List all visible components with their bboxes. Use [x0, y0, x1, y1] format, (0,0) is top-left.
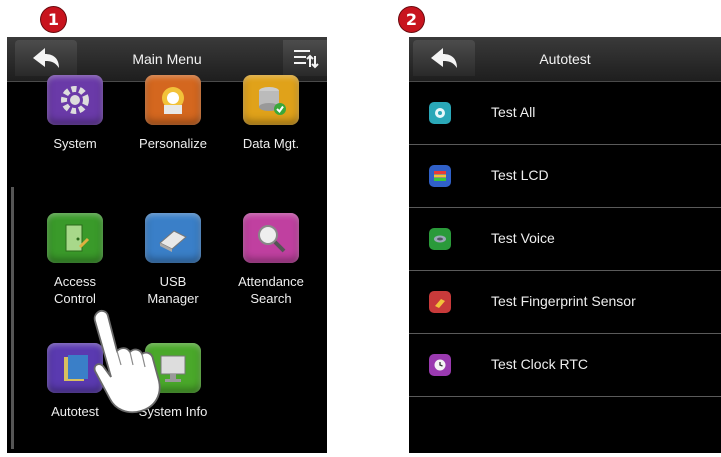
autotest-screen: Autotest Test All Test LCD Test Voice Te… [409, 37, 721, 453]
menu-item-label: Personalize [139, 136, 207, 151]
menu-item-label: Access Control [54, 274, 96, 306]
list-item-label: Test Voice [491, 230, 555, 246]
gear-icon [47, 75, 103, 125]
step-1-badge: 1 [41, 7, 66, 32]
list-item-label: Test All [491, 104, 536, 120]
list-item-label: Test LCD [491, 167, 549, 183]
list-item-test-voice[interactable]: Test Voice [409, 208, 721, 271]
clock-icon [429, 354, 451, 376]
menu-item-personalize[interactable]: Personalize [123, 75, 223, 152]
list-item-test-all[interactable]: Test All [409, 82, 721, 145]
color-palette-icon [145, 75, 201, 125]
menu-item-data-mgt[interactable]: Data Mgt. [221, 75, 321, 152]
menu-item-usb-manager[interactable]: USB Manager [123, 213, 223, 307]
list-item-test-fingerprint-sensor[interactable]: Test Fingerprint Sensor [409, 271, 721, 334]
speaker-icon [429, 228, 451, 250]
menu-item-label: Attendance Search [238, 274, 304, 306]
fingerprint-icon [429, 291, 451, 313]
test-all-icon [429, 102, 451, 124]
tapping-hand-icon [93, 309, 161, 414]
autotest-titlebar: Autotest [409, 37, 721, 82]
menu-item-label: Data Mgt. [242, 136, 300, 151]
list-item-test-lcd[interactable]: Test LCD [409, 145, 721, 208]
menu-item-access-control[interactable]: Access Control [25, 213, 125, 307]
page-title: Main Menu [132, 51, 202, 67]
menu-item-label: USB Manager [147, 274, 199, 306]
page-title: Autotest [539, 51, 591, 67]
step-2-badge: 2 [399, 7, 424, 32]
sort-menu-button[interactable] [283, 40, 327, 76]
list-item-label: Test Clock RTC [491, 356, 588, 372]
menu-item-system[interactable]: System [25, 75, 125, 152]
menu-item-label: System [53, 136, 97, 151]
menu-sort-icon [294, 50, 319, 69]
lcd-icon [429, 165, 451, 187]
usb-drive-icon [145, 213, 201, 263]
list-item-label: Test Fingerprint Sensor [491, 293, 636, 309]
scrollbar[interactable] [11, 187, 14, 449]
list-item-test-clock-rtc[interactable]: Test Clock RTC [409, 334, 721, 397]
menu-item-attendance-search[interactable]: Attendance Search [221, 213, 321, 307]
magnifier-icon [243, 213, 299, 263]
door-key-icon [47, 213, 103, 263]
database-check-icon [243, 75, 299, 125]
main-menu-screen: Main Menu System Personalize Data Mgt. A… [7, 37, 327, 453]
